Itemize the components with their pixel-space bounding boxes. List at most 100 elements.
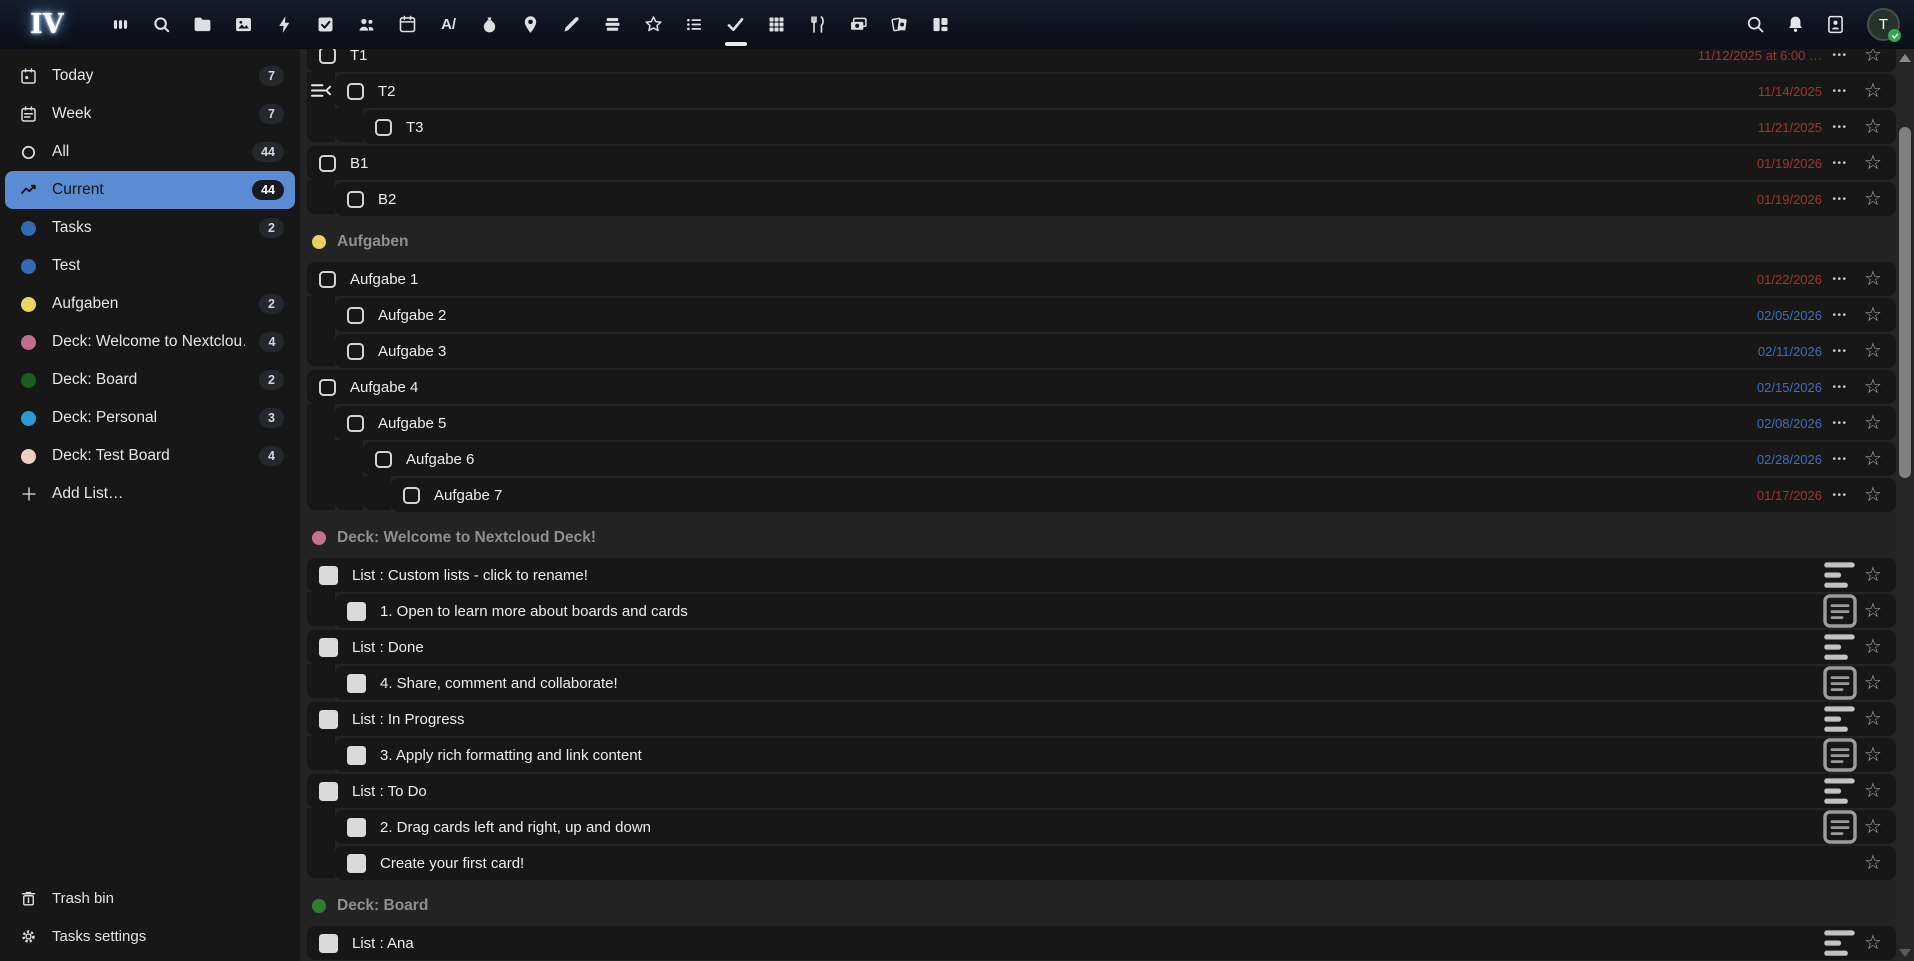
search-app-icon[interactable] <box>151 14 173 36</box>
scrollbar-thumb[interactable] <box>1899 127 1911 478</box>
checkbox-app-icon[interactable] <box>315 14 337 36</box>
more-actions-icon[interactable]: ••• <box>1822 274 1858 285</box>
boards-app-icon[interactable] <box>930 14 952 36</box>
task-row[interactable]: List : To Do☆ <box>307 774 1896 808</box>
task-row[interactable]: 3. Apply rich formatting and link conten… <box>335 738 1896 772</box>
star-icon[interactable]: ☆ <box>1858 189 1888 209</box>
contacts-menu-icon[interactable] <box>1823 13 1847 37</box>
task-row[interactable]: List : Ana☆ <box>307 926 1896 960</box>
task-row[interactable]: List : Custom lists - click to rename!☆ <box>307 558 1896 592</box>
activity-app-icon[interactable] <box>274 14 296 36</box>
contacts-app-icon[interactable] <box>356 14 378 36</box>
user-avatar[interactable]: T <box>1867 8 1900 41</box>
task-checkbox[interactable] <box>403 487 420 504</box>
task-checkbox[interactable] <box>347 818 366 837</box>
photos-app-icon[interactable] <box>233 14 255 36</box>
task-checkbox[interactable] <box>319 782 338 801</box>
task-row[interactable]: T211/14/2025•••☆ <box>335 74 1896 108</box>
task-row[interactable]: Aufgabe 202/05/2026•••☆ <box>335 298 1896 332</box>
task-checkbox[interactable] <box>319 271 336 288</box>
star-icon[interactable]: ☆ <box>1858 117 1888 137</box>
task-row[interactable]: List : In Progress☆ <box>307 702 1896 736</box>
star-icon[interactable]: ☆ <box>1858 449 1888 469</box>
star-icon[interactable]: ☆ <box>1858 341 1888 361</box>
task-row[interactable]: 1. Open to learn more about boards and c… <box>335 594 1896 628</box>
collapse-subtasks-icon[interactable] <box>308 79 334 101</box>
task-checkbox[interactable] <box>319 566 338 585</box>
more-actions-icon[interactable]: ••• <box>1822 86 1858 97</box>
task-row[interactable]: 2. Drag cards left and right, up and dow… <box>335 810 1896 844</box>
sidebar-item-deck-test-board[interactable]: Deck: Test Board4 <box>5 437 295 475</box>
more-actions-icon[interactable]: ••• <box>1822 158 1858 169</box>
tables-app-icon[interactable] <box>766 14 788 36</box>
more-actions-icon[interactable]: ••• <box>1822 346 1858 357</box>
main-scrollbar[interactable] <box>1896 49 1914 961</box>
star-icon[interactable]: ☆ <box>1858 81 1888 101</box>
sidebar-item-deck-board[interactable]: Deck: Board2 <box>5 361 295 399</box>
task-row[interactable]: List : Done☆ <box>307 630 1896 664</box>
star-icon[interactable]: ☆ <box>1858 305 1888 325</box>
star-icon[interactable]: ☆ <box>1858 745 1888 765</box>
stack-app-icon[interactable] <box>602 14 624 36</box>
task-checkbox[interactable] <box>347 343 364 360</box>
task-row[interactable]: Create your first card!☆ <box>335 846 1896 880</box>
task-row[interactable]: Aufgabe 101/22/2026•••☆ <box>307 262 1896 296</box>
news-app-icon[interactable]: A/ <box>438 14 460 36</box>
task-checkbox[interactable] <box>319 638 338 657</box>
task-checkbox[interactable] <box>347 83 364 100</box>
task-row[interactable]: Aufgabe 302/11/2026•••☆ <box>335 334 1896 368</box>
sidebar-item-test[interactable]: Test <box>5 247 295 285</box>
favorites-app-icon[interactable] <box>643 14 665 36</box>
sidebar-item-week[interactable]: Week7 <box>5 95 295 133</box>
money-app-icon[interactable] <box>848 14 870 36</box>
lists-app-icon[interactable] <box>684 14 706 36</box>
task-checkbox[interactable] <box>347 854 366 873</box>
task-checkbox[interactable] <box>347 602 366 621</box>
task-row[interactable]: T311/21/2025•••☆ <box>363 110 1896 144</box>
task-checkbox[interactable] <box>375 119 392 136</box>
task-checkbox[interactable] <box>319 934 338 953</box>
star-icon[interactable]: ☆ <box>1858 485 1888 505</box>
star-icon[interactable]: ☆ <box>1858 637 1888 657</box>
task-row[interactable]: Aufgabe 402/15/2026•••☆ <box>307 370 1896 404</box>
task-row[interactable]: 4. Share, comment and collaborate!☆ <box>335 666 1896 700</box>
star-icon[interactable]: ☆ <box>1858 49 1888 65</box>
star-icon[interactable]: ☆ <box>1858 853 1888 873</box>
sidebar-item-all[interactable]: All44 <box>5 133 295 171</box>
dashboard-app-icon[interactable] <box>110 14 132 36</box>
task-checkbox[interactable] <box>319 155 336 172</box>
task-row[interactable]: Aufgabe 502/08/2026•••☆ <box>335 406 1896 440</box>
sidebar-item-current[interactable]: Current44 <box>5 171 295 209</box>
task-row[interactable]: B201/19/2026•••☆ <box>335 182 1896 216</box>
sidebar-item-deck-welcome-to-nextclou[interactable]: Deck: Welcome to Nextclou…4 <box>5 323 295 361</box>
sidebar-item-deck-personal[interactable]: Deck: Personal3 <box>5 399 295 437</box>
more-actions-icon[interactable]: ••• <box>1822 382 1858 393</box>
task-row[interactable]: Aufgabe 602/28/2026•••☆ <box>363 442 1896 476</box>
star-icon[interactable]: ☆ <box>1858 377 1888 397</box>
more-actions-icon[interactable]: ••• <box>1822 490 1858 501</box>
star-icon[interactable]: ☆ <box>1858 565 1888 585</box>
star-icon[interactable]: ☆ <box>1858 933 1888 953</box>
more-actions-icon[interactable]: ••• <box>1822 194 1858 205</box>
notes-app-icon[interactable] <box>561 14 583 36</box>
cards-app-icon[interactable] <box>889 14 911 36</box>
task-row[interactable]: B101/19/2026•••☆ <box>307 146 1896 180</box>
star-icon[interactable]: ☆ <box>1858 601 1888 621</box>
task-row[interactable]: T111/12/2025 at 6:00 …•••☆ <box>307 49 1896 72</box>
more-actions-icon[interactable]: ••• <box>1822 310 1858 321</box>
scroll-down-arrow[interactable] <box>1899 949 1911 957</box>
calendar-app-icon[interactable] <box>397 14 419 36</box>
task-row[interactable]: Aufgabe 701/17/2026•••☆ <box>391 478 1896 512</box>
star-icon[interactable]: ☆ <box>1858 781 1888 801</box>
task-checkbox[interactable] <box>319 49 336 64</box>
tasks-app-icon[interactable] <box>725 14 747 36</box>
task-checkbox[interactable] <box>319 710 338 729</box>
star-icon[interactable]: ☆ <box>1858 269 1888 289</box>
task-checkbox[interactable] <box>375 451 392 468</box>
task-checkbox[interactable] <box>319 379 336 396</box>
tasks-settings-button[interactable]: Tasks settings <box>5 917 295 955</box>
maps-app-icon[interactable] <box>520 14 542 36</box>
search-icon[interactable] <box>1743 13 1767 37</box>
star-icon[interactable]: ☆ <box>1858 413 1888 433</box>
sidebar-item-tasks[interactable]: Tasks2 <box>5 209 295 247</box>
